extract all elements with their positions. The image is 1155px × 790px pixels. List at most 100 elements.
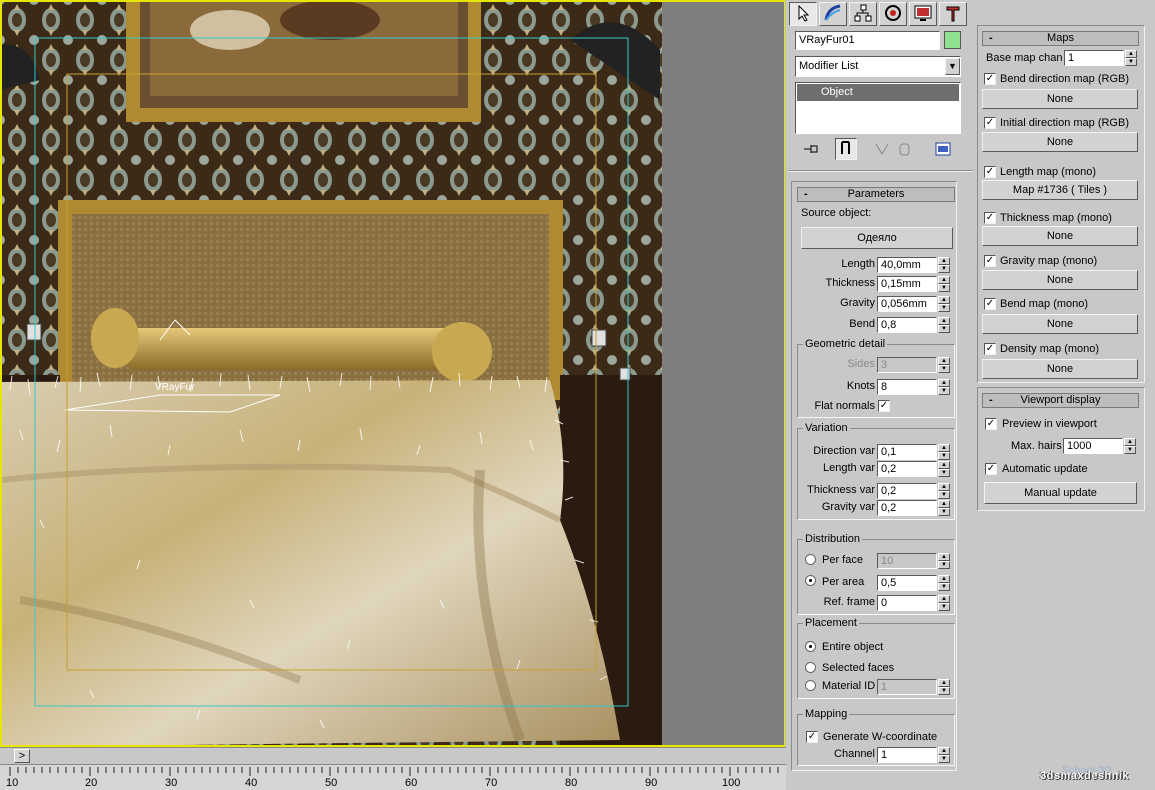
thickness-map-checkbox[interactable]: ✓ — [984, 212, 996, 224]
preview-in-viewport-label: Preview in viewport — [1002, 418, 1097, 430]
bend-spinner[interactable]: ▲ ▼ — [938, 317, 950, 333]
length-field[interactable]: 40,0mm — [877, 257, 937, 273]
thickness-var-spinner[interactable]: ▲ ▼ — [938, 483, 950, 499]
channel-spinner[interactable]: ▲ ▼ — [938, 747, 950, 763]
ref-frame-field[interactable]: 0 — [877, 595, 937, 611]
ruler-ticks — [9, 767, 779, 776]
remove-modifier-icon[interactable] — [895, 140, 915, 158]
track-bar-ruler[interactable]: 10 20 30 40 50 60 70 80 90 100 — [0, 764, 786, 790]
length-spinner[interactable]: ▲ ▼ — [938, 257, 950, 273]
source-object-button[interactable]: Одеяло — [801, 227, 953, 249]
generate-w-checkbox[interactable]: ✓ — [806, 731, 818, 743]
ruler-tick-label: 100 — [722, 777, 741, 789]
maps-rollout-title[interactable]: - Maps — [982, 31, 1139, 46]
variation-title: Variation — [803, 422, 850, 434]
thickness-var-field[interactable]: 0,2 — [877, 483, 937, 499]
modifier-list-label: Modifier List — [799, 60, 859, 72]
right-command-panel: - Maps Base map chan 1 ▲ ▼ ✓ Bend directi… — [975, 0, 1155, 790]
base-map-chan-spinner[interactable]: ▲ ▼ — [1125, 50, 1137, 66]
utilities-tab[interactable] — [939, 2, 967, 26]
manual-update-button[interactable]: Manual update — [984, 482, 1137, 504]
length-var-spinner[interactable]: ▲ ▼ — [938, 461, 950, 477]
channel-field[interactable]: 1 — [877, 747, 937, 763]
motion-tab[interactable] — [879, 2, 907, 26]
viewport-render: VRayFur — [0, 0, 785, 747]
gravity-var-field[interactable]: 0,2 — [877, 500, 937, 516]
knots-field[interactable]: 8 — [877, 379, 937, 395]
material-id-label: Material ID — [822, 680, 876, 692]
per-face-field: 10 — [877, 553, 937, 569]
material-id-field: 1 — [877, 679, 937, 695]
material-id-radio[interactable] — [805, 680, 816, 691]
object-name-field[interactable]: VRayFur01 — [795, 31, 940, 50]
modify-tab[interactable] — [819, 2, 847, 26]
per-area-radio[interactable] — [805, 575, 816, 586]
per-area-spinner[interactable]: ▲ ▼ — [938, 575, 950, 591]
hierarchy-tab[interactable] — [849, 2, 877, 26]
object-color-swatch[interactable] — [944, 31, 961, 49]
thickness-map-button[interactable]: None — [982, 226, 1138, 246]
pin-stack-icon[interactable] — [801, 140, 821, 158]
thickness-spinner[interactable]: ▲ ▼ — [938, 276, 950, 292]
sides-field: 3 — [877, 357, 937, 373]
thickness-field[interactable]: 0,15mm — [877, 276, 937, 292]
length-map-button[interactable]: Map #1736 ( Tiles ) — [982, 180, 1138, 200]
chevron-down-icon[interactable]: ▼ — [945, 58, 960, 75]
per-face-radio[interactable] — [805, 554, 816, 565]
hierarchy-icon — [854, 4, 872, 22]
direction-var-field[interactable]: 0,1 — [877, 444, 937, 460]
bend-direction-map-button[interactable]: None — [982, 89, 1138, 109]
ruler-tick-label: 30 — [165, 777, 178, 789]
flat-normals-checkbox[interactable]: ✓ — [878, 400, 890, 412]
density-map-button[interactable]: None — [982, 359, 1138, 379]
preview-in-viewport-checkbox[interactable]: ✓ — [985, 418, 997, 430]
length-map-checkbox[interactable]: ✓ — [984, 166, 996, 178]
direction-var-spinner[interactable]: ▲ ▼ — [938, 444, 950, 460]
per-area-field[interactable]: 0,5 — [877, 575, 937, 591]
make-unique-icon[interactable] — [873, 140, 893, 158]
max-hairs-spinner[interactable]: ▲ ▼ — [1124, 438, 1136, 454]
modifier-stack[interactable]: Object — [795, 82, 961, 134]
time-slider-bar[interactable]: > — [0, 747, 786, 764]
placement-title: Placement — [803, 617, 859, 629]
ruler-tick-label: 90 — [645, 777, 658, 789]
gravity-map-button[interactable]: None — [982, 270, 1138, 290]
gravity-map-checkbox[interactable]: ✓ — [984, 255, 996, 267]
selected-faces-radio[interactable] — [805, 662, 816, 673]
configure-modifier-sets-icon[interactable] — [933, 140, 953, 158]
gravity-var-spinner[interactable]: ▲ ▼ — [938, 500, 950, 516]
bend-direction-map-label: Bend direction map (RGB) — [1000, 73, 1129, 85]
knots-spinner[interactable]: ▲ ▼ — [938, 379, 950, 395]
automatic-update-checkbox[interactable]: ✓ — [985, 463, 997, 475]
viewport-display-rollout-title[interactable]: - Viewport display — [982, 393, 1139, 408]
bend-direction-map-checkbox[interactable]: ✓ — [984, 73, 996, 85]
entire-object-radio[interactable] — [805, 641, 816, 652]
modifier-list-dropdown[interactable]: Modifier List — [795, 56, 961, 77]
density-map-checkbox[interactable]: ✓ — [984, 343, 996, 355]
length-label: Length — [841, 258, 875, 270]
initial-direction-map-checkbox[interactable]: ✓ — [984, 117, 996, 129]
stack-item-object[interactable]: Object — [797, 84, 959, 101]
ruler-tick-label: 50 — [325, 777, 338, 789]
bend-map-checkbox[interactable]: ✓ — [984, 298, 996, 310]
time-slider-next-button[interactable]: > — [14, 749, 30, 763]
gravity-field[interactable]: 0,056mm — [877, 296, 937, 312]
bend-field[interactable]: 0,8 — [877, 317, 937, 333]
parameters-title-text: Parameters — [847, 188, 905, 200]
show-end-result-button[interactable] — [835, 138, 857, 160]
mapping-title: Mapping — [803, 708, 850, 720]
base-map-chan-field[interactable]: 1 — [1064, 50, 1124, 66]
length-var-field[interactable]: 0,2 — [877, 461, 937, 477]
gravity-spinner[interactable]: ▲ ▼ — [938, 296, 950, 312]
length-var-label: Length var — [823, 462, 875, 474]
display-tab[interactable] — [909, 2, 937, 26]
density-map-label: Density map (mono) — [1000, 343, 1100, 355]
max-hairs-field[interactable]: 1000 — [1063, 438, 1123, 454]
initial-direction-map-button[interactable]: None — [982, 132, 1138, 152]
create-tab[interactable] — [789, 2, 817, 26]
ref-frame-spinner[interactable]: ▲ ▼ — [938, 595, 950, 611]
perspective-viewport[interactable]: VRayFur — [0, 0, 786, 747]
ruler-tick-label: 20 — [85, 777, 98, 789]
parameters-rollout-title[interactable]: - Parameters — [797, 187, 955, 202]
bend-map-button[interactable]: None — [982, 314, 1138, 334]
